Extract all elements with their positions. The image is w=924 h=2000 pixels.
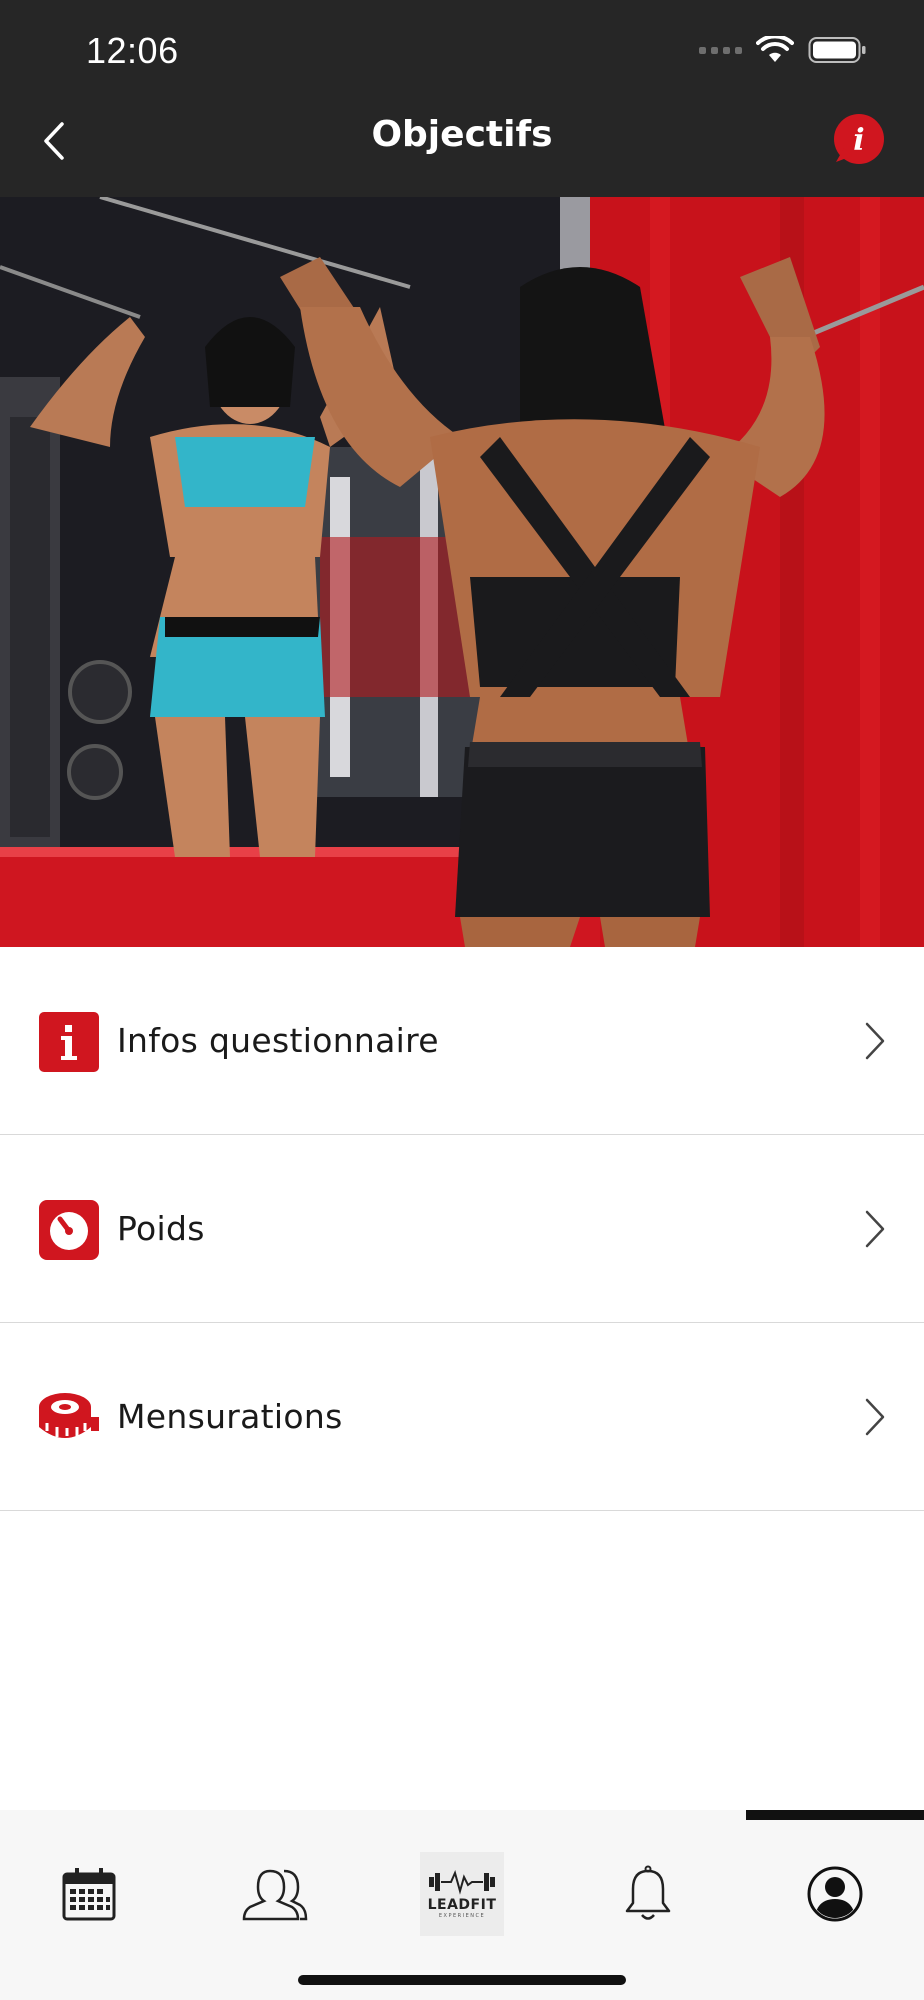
menu-item-mensurations[interactable]: Mensurations xyxy=(0,1323,924,1511)
menu-item-infos-questionnaire[interactable]: Infos questionnaire xyxy=(0,947,924,1135)
battery-icon xyxy=(808,37,866,63)
tab-selected-indicator xyxy=(746,1810,924,1820)
menu-item-label: Infos questionnaire xyxy=(117,1021,439,1060)
tab-calendar[interactable] xyxy=(19,1844,159,1944)
tab-community[interactable] xyxy=(205,1844,345,1944)
objectives-menu: Infos questionnaire Poids Mensurations xyxy=(0,947,924,1511)
home-indicator xyxy=(298,1975,626,1985)
menu-item-label: Poids xyxy=(117,1209,205,1248)
scale-icon xyxy=(39,1200,99,1260)
wifi-icon xyxy=(756,36,794,62)
tab-leadfit-home[interactable]: LEADFIT EXPERIENCE xyxy=(392,1844,532,1944)
hero-photo xyxy=(0,197,924,947)
measuring-tape-icon xyxy=(39,1393,99,1438)
tab-bar: LEADFIT EXPERIENCE xyxy=(0,1810,924,2000)
users-icon xyxy=(242,1869,308,1921)
leadfit-logo: LEADFIT EXPERIENCE xyxy=(420,1852,504,1936)
signal-icon xyxy=(699,46,742,54)
logo-subtext: EXPERIENCE xyxy=(438,1913,486,1919)
logo-text: LEADFIT xyxy=(427,1897,497,1913)
top-bar: 12:06 Objectifs i xyxy=(0,0,924,197)
info-bubble-icon[interactable]: i xyxy=(830,112,886,168)
calendar-icon xyxy=(62,1868,116,1921)
profile-icon xyxy=(807,1866,863,1922)
tab-notifications[interactable] xyxy=(578,1844,718,1944)
svg-text:i: i xyxy=(853,123,864,158)
status-time: 12:06 xyxy=(86,30,179,71)
chevron-right-icon xyxy=(865,1398,885,1436)
dumbbell-pulse-icon xyxy=(429,1870,495,1895)
menu-item-label: Mensurations xyxy=(117,1397,343,1436)
chevron-right-icon xyxy=(865,1022,885,1060)
status-icons xyxy=(699,36,866,64)
page-title: Objectifs xyxy=(371,114,553,155)
bell-icon xyxy=(625,1865,671,1920)
tab-profile[interactable] xyxy=(765,1844,905,1944)
info-square-icon xyxy=(39,1012,99,1072)
menu-item-poids[interactable]: Poids xyxy=(0,1135,924,1323)
chevron-right-icon xyxy=(865,1210,885,1248)
